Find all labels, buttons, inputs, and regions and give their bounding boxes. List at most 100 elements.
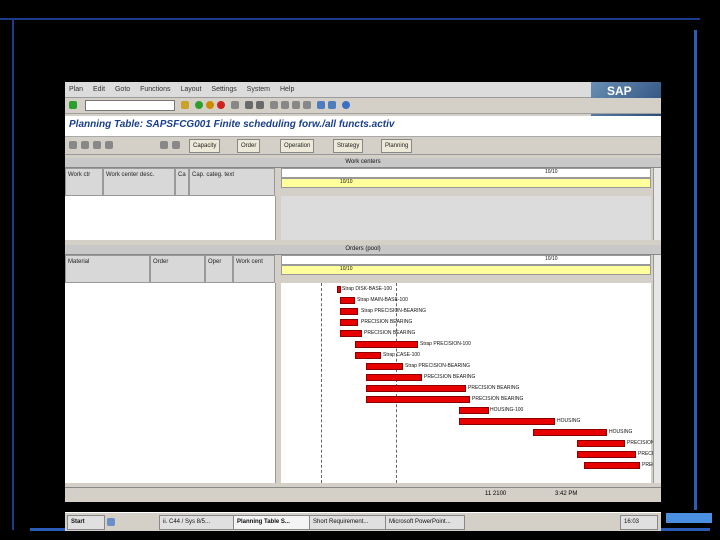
help-icon[interactable] [342,101,350,109]
taskbar-item-3[interactable]: Short Requirement... [309,515,389,530]
wc-day-label: 10/10 [340,179,353,185]
filter-icon[interactable] [160,141,168,149]
exit-icon[interactable] [206,101,214,109]
gantt-bar-label: PRECISION BEARING [364,330,416,336]
taskbar-clock: 16:03 [620,515,658,530]
select-icon[interactable] [105,141,113,149]
gantt-bar[interactable] [459,407,489,414]
planning-button[interactable]: Planning [381,139,413,153]
wc-scrollbar[interactable] [653,168,661,240]
gantt-bar-label: HOUSING-100 [490,407,524,413]
next-page-icon[interactable] [292,101,300,109]
work-centers-header: Work centers [65,158,661,168]
status-bar: 11 2100 3:42 PM [65,487,661,502]
col-material[interactable]: Material [65,255,150,283]
wc-timeline-days [281,178,651,188]
quicklaunch-icon[interactable] [107,518,115,526]
order-list [65,283,276,483]
frame-right-line [694,30,697,510]
gantt-bar[interactable] [459,418,555,425]
work-center-list [65,196,276,240]
orders-gantt-chart: Strap DISK-BASE-100 Strap MAIN-BASE-100 St… [281,283,661,483]
gantt-bar[interactable] [337,286,341,293]
windows-taskbar: Start ii. C44 / Sys 8/5... Planning Tabl… [65,512,661,531]
gantt-bar-label: Strap CASE-100 [383,352,420,358]
gantt-bar[interactable] [340,319,358,326]
frame-left-line [12,20,14,530]
gantt-bar[interactable] [340,297,355,304]
new-session-icon[interactable] [317,101,325,109]
frame-accent [666,513,712,523]
gantt-bar-label: PRECISION BEARING [361,319,413,325]
orders-timeline-top-label: 10/10 [545,256,558,262]
gantt-bar[interactable] [355,352,381,359]
zoom-in-icon[interactable] [81,141,89,149]
col-ca[interactable]: Ca [175,168,189,196]
command-field[interactable] [85,100,175,111]
shortcut-icon[interactable] [328,101,336,109]
operation-button[interactable]: Operation [280,139,315,153]
status-left: 11 2100 [485,491,507,497]
gantt-bar[interactable] [340,308,358,315]
page-title: Planning Table: SAPSFCG001 Finite schedu… [69,119,395,130]
gantt-day-divider-today [321,283,322,483]
capacity-button[interactable]: Capacity [189,139,221,153]
col-order[interactable]: Order [150,255,205,283]
orders-scrollbar[interactable] [653,255,661,483]
order-button[interactable]: Order [237,139,261,153]
enter-icon[interactable] [69,101,77,109]
find-icon[interactable] [245,101,253,109]
last-page-icon[interactable] [303,101,311,109]
strategy-button[interactable]: Strategy [333,139,364,153]
wc-timeline-top [281,168,651,178]
menu-layout[interactable]: Layout [176,82,205,97]
gantt-bar-label: Strap PRECISION-100 [420,341,471,347]
menu-bar: Plan Edit Goto Functions Layout Settings… [65,82,661,98]
col-work-cent[interactable]: Work cent [233,255,275,283]
menu-settings[interactable]: Settings [207,82,240,97]
back-icon[interactable] [195,101,203,109]
wc-timeline-top-label: 10/10 [545,169,558,175]
col-work-center-desc[interactable]: Work center desc. [103,168,175,196]
zoom-out-icon[interactable] [93,141,101,149]
col-cap-categ-text[interactable]: Cap. categ. text [189,168,275,196]
gantt-bar[interactable] [577,440,625,447]
gantt-bar[interactable] [533,429,607,436]
start-button[interactable]: Start [67,515,105,530]
gantt-bar-label: PRECISION BEARING [468,385,520,391]
gantt-bar-label: Strap PRECISION-BEARING [405,363,471,369]
col-work-ctr[interactable]: Work ctr [65,168,103,196]
menu-plan[interactable]: Plan [65,82,87,97]
gantt-bar[interactable] [340,330,362,337]
menu-functions[interactable]: Functions [136,82,174,97]
gantt-bar[interactable] [355,341,418,348]
gantt-bar[interactable] [366,396,470,403]
gantt-bar[interactable] [366,385,466,392]
gantt-bar[interactable] [366,374,422,381]
gantt-bar[interactable] [577,451,636,458]
gantt-bar[interactable] [366,363,403,370]
gantt-bar-label: HOUSING [609,429,633,435]
standard-toolbar [65,98,661,114]
sort-icon[interactable] [172,141,180,149]
gantt-bar-label: PRECISION BEARING [424,374,476,380]
print-icon[interactable] [231,101,239,109]
refresh-icon[interactable] [69,141,77,149]
menu-help[interactable]: Help [276,82,298,97]
gantt-bar[interactable] [584,462,640,469]
cancel-icon[interactable] [217,101,225,109]
prev-page-icon[interactable] [281,101,289,109]
menu-system[interactable]: System [243,82,274,97]
taskbar-item-4[interactable]: Microsoft PowerPoint... [385,515,465,530]
save-icon[interactable] [181,101,189,109]
col-oper[interactable]: Oper [205,255,233,283]
first-page-icon[interactable] [270,101,278,109]
gantt-bar-label: HOUSING [557,418,581,424]
find-next-icon[interactable] [256,101,264,109]
gantt-bar-label: Strap DISK-BASE-100 [342,286,393,292]
menu-edit[interactable]: Edit [89,82,109,97]
orders-timeline-days [281,265,651,275]
taskbar-item-1[interactable]: ii. C44 / Sys 8/5... [159,515,237,530]
taskbar-item-2[interactable]: Planning Table S... [233,515,313,530]
menu-goto[interactable]: Goto [111,82,134,97]
